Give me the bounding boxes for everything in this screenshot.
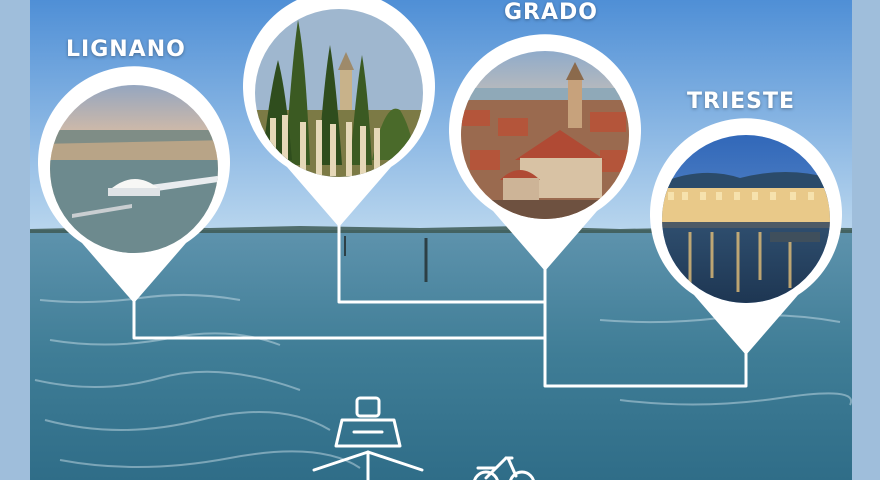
right-border: [852, 0, 880, 480]
left-border: [0, 0, 30, 480]
label-lignano: LIGNANO: [66, 37, 186, 62]
label-trieste: TRIESTE: [687, 89, 796, 114]
scene: [0, 0, 880, 480]
route-map-graphic: LIGNANO GRADO TRIESTE: [0, 0, 880, 480]
label-grado: GRADO: [504, 0, 598, 25]
